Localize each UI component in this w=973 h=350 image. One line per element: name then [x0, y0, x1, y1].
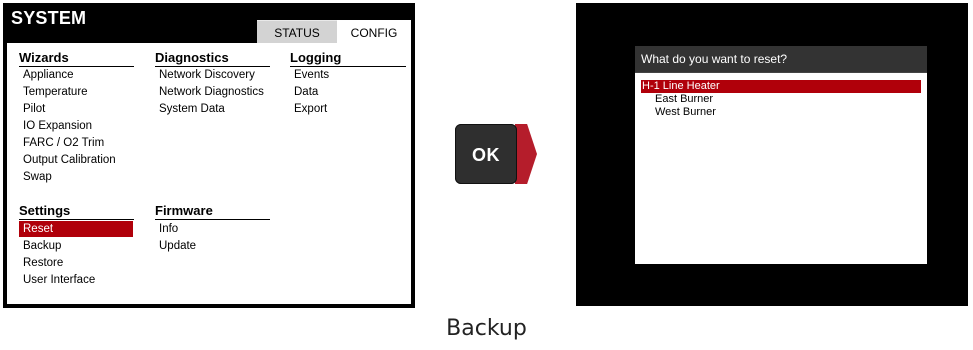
menu-item-farc-o2-trim[interactable]: FARC / O2 Trim [23, 135, 104, 151]
menu-item-events[interactable]: Events [294, 67, 329, 83]
ok-button[interactable]: OK [455, 124, 517, 184]
ok-button-graphic: OK [455, 124, 537, 184]
reset-option-h1-line-heater[interactable]: H-1 Line Heater [641, 80, 921, 93]
config-panel: Wizards Appliance Temperature Pilot IO E… [7, 43, 411, 304]
menu-item-system-data[interactable]: System Data [159, 101, 225, 117]
menu-item-output-calibration[interactable]: Output Calibration [23, 152, 116, 168]
section-divider [155, 219, 270, 220]
dialog-divider [635, 72, 927, 73]
caption: Backup [446, 316, 527, 341]
section-heading-logging: Logging [290, 50, 342, 65]
system-config-screen: SYSTEM STATUS CONFIG Wizards Appliance T… [3, 3, 415, 308]
menu-item-swap[interactable]: Swap [23, 169, 52, 185]
reset-option-west-burner[interactable]: West Burner [655, 106, 716, 119]
section-divider [19, 219, 134, 220]
dialog-title: What do you want to reset? [635, 46, 927, 72]
section-heading-diagnostics: Diagnostics [155, 50, 229, 65]
section-heading-settings: Settings [19, 203, 71, 218]
section-heading-wizards: Wizards [19, 50, 69, 65]
reset-option-east-burner[interactable]: East Burner [655, 93, 713, 106]
menu-item-pilot[interactable]: Pilot [23, 101, 45, 117]
tab-config[interactable]: CONFIG [337, 20, 411, 43]
menu-item-network-discovery[interactable]: Network Discovery [159, 67, 255, 83]
menu-item-io-expansion[interactable]: IO Expansion [23, 118, 92, 134]
menu-item-backup[interactable]: Backup [23, 238, 61, 254]
menu-item-info[interactable]: Info [159, 221, 178, 237]
reset-dialog: What do you want to reset? H-1 Line Heat… [635, 46, 927, 264]
menu-item-data[interactable]: Data [294, 84, 318, 100]
menu-item-update[interactable]: Update [159, 238, 196, 254]
menu-item-temperature[interactable]: Temperature [23, 84, 88, 100]
section-heading-firmware: Firmware [155, 203, 213, 218]
tab-status[interactable]: STATUS [257, 20, 337, 43]
menu-item-network-diagnostics[interactable]: Network Diagnostics [159, 84, 264, 100]
menu-item-user-interface[interactable]: User Interface [23, 272, 95, 288]
screen-title: SYSTEM [11, 8, 87, 28]
right-arrow-icon [515, 124, 537, 184]
menu-item-reset[interactable]: Reset [19, 221, 133, 237]
menu-item-export[interactable]: Export [294, 101, 327, 117]
menu-item-appliance[interactable]: Appliance [23, 67, 74, 83]
reset-dialog-screen: What do you want to reset? H-1 Line Heat… [576, 3, 968, 306]
menu-item-restore[interactable]: Restore [23, 255, 63, 271]
